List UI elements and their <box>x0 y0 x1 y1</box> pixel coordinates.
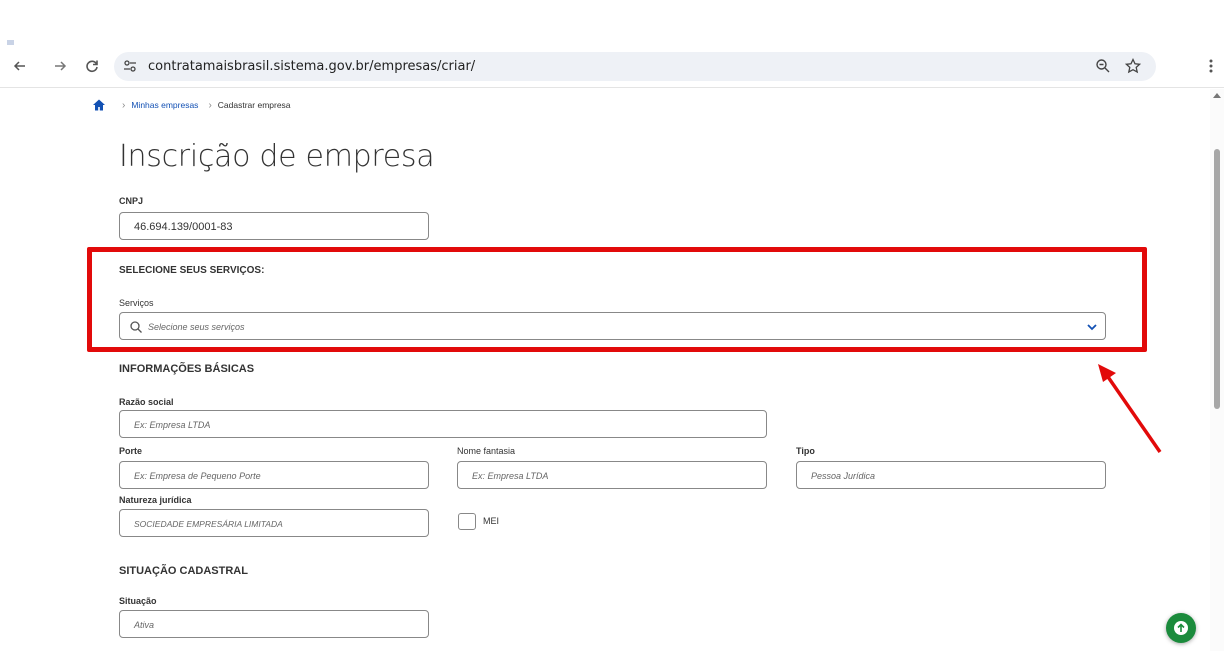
scroll-to-top-button[interactable] <box>1166 613 1196 643</box>
reload-icon[interactable] <box>82 56 102 76</box>
cnpj-field[interactable]: 46.694.139/0001-83 <box>119 212 429 240</box>
nome-fantasia-placeholder: Ex: Empresa LTDA <box>472 471 549 481</box>
cnpj-value: 46.694.139/0001-83 <box>134 221 233 233</box>
site-info-icon[interactable] <box>122 58 138 74</box>
basic-info-section-title: INFORMAÇÕES BÁSICAS <box>119 363 255 375</box>
cnpj-label: CNPJ <box>119 196 144 206</box>
porte-field[interactable]: Ex: Empresa de Pequeno Porte <box>119 461 429 489</box>
home-icon[interactable] <box>92 98 106 112</box>
mei-label: MEI <box>483 516 500 526</box>
tab-indicator <box>7 40 14 45</box>
nome-fantasia-label: Nome fantasia <box>457 446 516 456</box>
breadcrumb-link-minhas-empresas[interactable]: Minhas empresas <box>131 100 198 110</box>
page-title: Inscrição de empresa <box>119 139 435 174</box>
arrow-up-icon <box>1174 621 1188 635</box>
forward-icon[interactable] <box>50 56 70 76</box>
tipo-field[interactable]: Pessoa Jurídica <box>796 461 1106 489</box>
porte-label: Porte <box>119 446 143 456</box>
breadcrumb: › Minhas empresas › Cadastrar empresa <box>92 96 291 114</box>
situacao-label: Situação <box>119 596 157 606</box>
zoom-icon[interactable] <box>1094 57 1112 75</box>
scroll-thumb[interactable] <box>1214 149 1220 409</box>
address-bar[interactable]: contratamaisbrasil.sistema.gov.br/empres… <box>114 52 1156 81</box>
razao-social-placeholder: Ex: Empresa LTDA <box>134 420 211 430</box>
menu-icon[interactable] <box>1204 56 1218 76</box>
browser-toolbar: contratamaisbrasil.sistema.gov.br/empres… <box>0 0 1224 88</box>
natureza-field[interactable]: SOCIEDADE EMPRESÁRIA LIMITADA <box>119 509 429 537</box>
situacao-placeholder: Ativa <box>134 620 155 630</box>
mei-checkbox[interactable] <box>458 513 476 530</box>
url-text[interactable]: contratamaisbrasil.sistema.gov.br/empres… <box>148 59 475 74</box>
chevron-right-icon: › <box>122 99 126 111</box>
chevron-right-icon: › <box>208 99 212 111</box>
situacao-field[interactable]: Ativa <box>119 610 429 638</box>
scroll-up-icon[interactable] <box>1213 93 1221 98</box>
natureza-label: Natureza jurídica <box>119 495 192 505</box>
annotation-arrow <box>1098 364 1162 453</box>
razao-social-field[interactable]: Ex: Empresa LTDA <box>119 410 767 438</box>
back-icon[interactable] <box>10 56 30 76</box>
razao-social-label: Razão social <box>119 397 174 407</box>
breadcrumb-current: Cadastrar empresa <box>217 100 291 110</box>
natureza-placeholder: SOCIEDADE EMPRESÁRIA LIMITADA <box>134 519 283 529</box>
star-icon[interactable] <box>1124 57 1142 75</box>
page-scrollbar[interactable] <box>1210 89 1224 651</box>
registration-section-title: SITUAÇÃO CADASTRAL <box>119 565 248 577</box>
porte-placeholder: Ex: Empresa de Pequeno Porte <box>134 471 261 481</box>
nome-fantasia-field[interactable]: Ex: Empresa LTDA <box>457 461 767 489</box>
tipo-placeholder: Pessoa Jurídica <box>811 471 876 481</box>
highlight-box <box>87 247 1147 352</box>
tipo-label: Tipo <box>796 446 815 456</box>
